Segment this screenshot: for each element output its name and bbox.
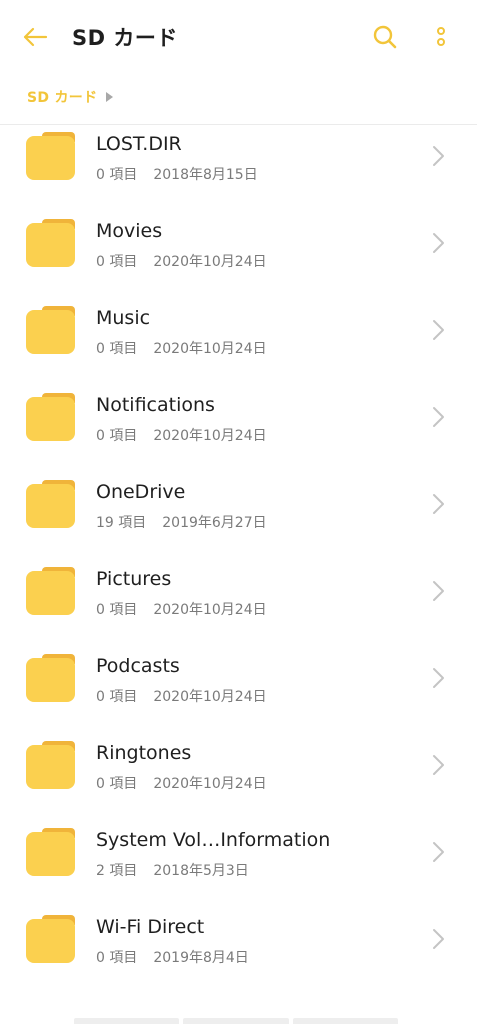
folder-icon [26, 741, 75, 789]
chevron-right-icon [433, 233, 444, 253]
toolbar: SD カード [0, 0, 477, 72]
folder-name: Notifications [96, 394, 215, 416]
list-item[interactable]: System Vol…Information 2 項目 2018年5月3日 [0, 801, 477, 888]
modified-date: 2020年10月24日 [153, 602, 267, 618]
folder-icon [26, 480, 75, 528]
breadcrumb-arrow-icon [106, 92, 114, 102]
folder-list: LOST.DIR 0 項目 2018年8月15日 Movies 0 項目 2020年… [0, 125, 477, 975]
modified-date: 2019年8月4日 [153, 950, 249, 966]
modified-date: 2020年10月24日 [153, 341, 267, 357]
folder-icon [26, 132, 75, 180]
modified-date: 2018年5月3日 [153, 863, 249, 879]
modified-date: 2020年10月24日 [153, 428, 267, 444]
item-count: 2 項目 [96, 863, 138, 879]
folder-meta: 0 項目 2020年10月24日 [96, 686, 267, 706]
folder-name: Movies [96, 220, 163, 242]
item-count: 0 項目 [96, 428, 138, 444]
more-options-button[interactable] [426, 20, 456, 54]
modified-date: 2018年8月15日 [153, 167, 258, 183]
chevron-right-icon [433, 929, 444, 949]
chevron-right-icon [433, 407, 444, 427]
chevron-right-icon [433, 320, 444, 340]
chevron-right-icon [433, 581, 444, 601]
list-item[interactable]: Ringtones 0 項目 2020年10月24日 [0, 714, 477, 801]
bottom-toolbar-edge [74, 1018, 398, 1024]
search-icon [373, 25, 397, 49]
folder-icon [26, 219, 75, 267]
folder-icon [26, 654, 75, 702]
item-count: 0 項目 [96, 254, 138, 270]
modified-date: 2020年10月24日 [153, 689, 267, 705]
folder-meta: 0 項目 2020年10月24日 [96, 251, 267, 271]
folder-icon [26, 828, 75, 876]
breadcrumb: SD カード [27, 86, 114, 108]
folder-name: Wi-Fi Direct [96, 916, 205, 938]
more-vertical-icon [437, 27, 445, 46]
folder-name: Ringtones [96, 742, 192, 764]
list-item[interactable]: Podcasts 0 項目 2020年10月24日 [0, 627, 477, 714]
list-item[interactable]: OneDrive 19 項目 2019年6月27日 [0, 453, 477, 540]
list-item[interactable]: Movies 0 項目 2020年10月24日 [0, 192, 477, 279]
item-count: 0 項目 [96, 602, 138, 618]
folder-meta: 0 項目 2020年10月24日 [96, 338, 267, 358]
folder-meta: 2 項目 2018年5月3日 [96, 860, 249, 880]
chevron-right-icon [433, 755, 444, 775]
chevron-right-icon [433, 494, 444, 514]
item-count: 0 項目 [96, 341, 138, 357]
folder-meta: 0 項目 2019年8月4日 [96, 947, 249, 967]
folder-meta: 0 項目 2020年10月24日 [96, 425, 267, 445]
modified-date: 2020年10月24日 [153, 254, 267, 270]
item-count: 0 項目 [96, 167, 138, 183]
folder-meta: 0 項目 2020年10月24日 [96, 599, 267, 619]
item-count: 19 項目 [96, 515, 147, 531]
folder-icon [26, 567, 75, 615]
folder-meta: 0 項目 2020年10月24日 [96, 773, 267, 793]
modified-date: 2020年10月24日 [153, 776, 267, 792]
back-button[interactable] [18, 20, 52, 54]
folder-name: OneDrive [96, 481, 186, 503]
list-item[interactable]: LOST.DIR 0 項目 2018年8月15日 [0, 125, 477, 192]
list-item[interactable]: Music 0 項目 2020年10月24日 [0, 279, 477, 366]
chevron-right-icon [433, 146, 444, 166]
folder-name: Podcasts [96, 655, 180, 677]
folder-icon [26, 306, 75, 354]
folder-name: System Vol…Information [96, 829, 331, 851]
list-item[interactable]: Pictures 0 項目 2020年10月24日 [0, 540, 477, 627]
search-button[interactable] [368, 20, 402, 54]
folder-name: Music [96, 307, 151, 329]
modified-date: 2019年6月27日 [162, 515, 267, 531]
arrow-left-icon [23, 27, 48, 47]
folder-icon [26, 915, 75, 963]
folder-icon [26, 393, 75, 441]
item-count: 0 項目 [96, 950, 138, 966]
list-item[interactable]: Wi-Fi Direct 0 項目 2019年8月4日 [0, 888, 477, 975]
item-count: 0 項目 [96, 776, 138, 792]
folder-name: LOST.DIR [96, 133, 182, 155]
item-count: 0 項目 [96, 689, 138, 705]
chevron-right-icon [433, 842, 444, 862]
folder-name: Pictures [96, 568, 172, 590]
folder-meta: 19 項目 2019年6月27日 [96, 512, 267, 532]
chevron-right-icon [433, 668, 444, 688]
breadcrumb-item-sd-card[interactable]: SD カード [27, 87, 97, 107]
folder-meta: 0 項目 2018年8月15日 [96, 164, 258, 184]
page-title: SD カード [72, 26, 178, 50]
list-item[interactable]: Notifications 0 項目 2020年10月24日 [0, 366, 477, 453]
